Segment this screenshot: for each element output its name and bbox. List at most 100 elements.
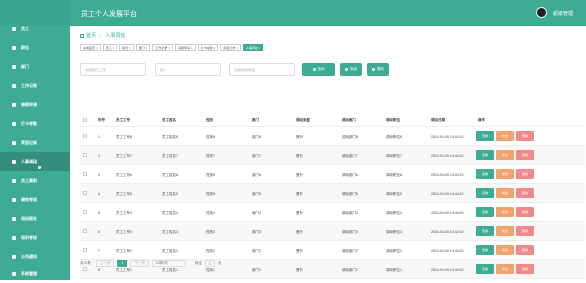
sidebar-item-system[interactable]: 系统管理 <box>0 264 70 283</box>
sidebar-item-label: 人事调动 <box>21 158 37 164</box>
delete-row-button[interactable]: 删除 <box>516 131 534 141</box>
cell-transfer-date: 2024-04-09 14:44:10 <box>431 249 464 253</box>
select-all-checkbox[interactable] <box>83 118 87 122</box>
sidebar-item-resignation[interactable]: 员工离职 <box>0 171 70 190</box>
breadcrumb-home[interactable]: 首页 <box>86 32 96 39</box>
delete-button[interactable]: 删除 <box>367 63 389 76</box>
cell-transfer-department: 调动部门6 <box>342 173 358 177</box>
sidebar-item-leave[interactable]: 请假申请 <box>0 95 70 114</box>
sidebar-item-performance[interactable]: 绩效考核 <box>0 190 70 209</box>
next-page-button[interactable]: 下一页 <box>130 259 149 267</box>
page-size-select[interactable]: 10条/页 <box>151 259 186 267</box>
edit-button[interactable]: 修改 <box>496 245 514 255</box>
cell-employee-no: 员工工号1 <box>116 268 132 272</box>
tab-transfer[interactable]: 人事调动 × <box>242 43 264 51</box>
add-button[interactable]: 添加 <box>340 63 362 76</box>
edit-button[interactable]: 修改 <box>496 188 514 198</box>
row-checkbox[interactable] <box>83 153 87 157</box>
sidebar-item-training-signup[interactable]: 培训报名 <box>0 209 70 228</box>
tab-leave[interactable]: 请假申请 × <box>174 43 196 51</box>
edit-button[interactable]: 修改 <box>496 150 514 160</box>
cell-employee-name: 员工姓名2 <box>162 249 178 253</box>
page-1-button[interactable]: 1 <box>117 259 128 267</box>
sidebar-item-work-record[interactable]: 工作记录 <box>0 76 70 95</box>
sidebar-item-attendance[interactable]: 打卡考勤 <box>0 114 70 133</box>
delete-row-button[interactable]: 删除 <box>516 226 534 236</box>
delete-row-button[interactable]: 删除 <box>516 150 534 160</box>
department-input[interactable]: 部门 <box>155 63 221 76</box>
edit-button[interactable]: 修改 <box>496 226 514 236</box>
row-checkbox[interactable] <box>83 134 87 138</box>
tab-attendance[interactable]: 打卡考勤 × <box>197 43 219 51</box>
tab-department[interactable]: 部门 × <box>135 43 151 51</box>
view-button[interactable]: 查看 <box>476 169 494 179</box>
header-logo-area <box>0 0 70 26</box>
cell-employee-name: 员工姓名5 <box>162 192 178 196</box>
main-content: 首页 / 人事调动 系统首页 × 员工 × 职位 × 部门 × 工作记录 × 请… <box>70 26 586 280</box>
sidebar-item-label: 工作记录 <box>21 82 37 88</box>
view-button[interactable]: 查看 <box>476 150 494 160</box>
row-checkbox[interactable] <box>83 267 87 271</box>
view-button[interactable]: 查看 <box>476 264 494 274</box>
sidebar-item-training-exam[interactable]: 培训考核 <box>0 228 70 247</box>
user-icon <box>12 26 16 31</box>
row-checkbox[interactable] <box>83 191 87 195</box>
edit-button[interactable]: 修改 <box>496 264 514 274</box>
edit-button[interactable]: 修改 <box>496 169 514 179</box>
cell-employee-name: 员工姓名1 <box>162 268 178 272</box>
tab-position[interactable]: 职位 × <box>119 43 134 51</box>
prev-page-button[interactable]: 上一页 <box>95 259 115 267</box>
delete-row-button[interactable]: 删除 <box>516 245 534 255</box>
view-button[interactable]: 查看 <box>476 131 494 141</box>
avatar[interactable] <box>536 7 547 18</box>
tab-rewards[interactable]: 奖惩记录 × <box>220 43 241 51</box>
view-button[interactable]: 查看 <box>476 207 494 217</box>
tab-home[interactable]: 系统首页 × <box>80 43 101 51</box>
briefcase-icon <box>12 45 16 50</box>
cell-employee-name: 员工姓名3 <box>162 230 178 234</box>
cell-transfer-position: 调动职位7 <box>386 154 402 158</box>
view-button[interactable]: 查看 <box>476 245 494 255</box>
table-header: 序号 员工工号 员工姓名 性别 部门 调动类型 调动部门 调动职位 调动日期 操… <box>80 113 585 127</box>
edit-button[interactable]: 修改 <box>496 131 514 141</box>
table-row: 4 员工工号5 员工姓名5 性别5 部门5 晋升 调动部门5 调动职位5 2024-04-09 … <box>80 184 585 203</box>
user-name[interactable]: 超级管理 <box>553 10 573 17</box>
book-icon <box>12 216 16 221</box>
top-header: 员工个人发展平台 超级管理 <box>0 0 586 26</box>
sidebar-item-position[interactable]: 职位 <box>0 38 70 57</box>
sidebar-item-department[interactable]: 部门 <box>0 57 70 76</box>
cell-gender: 性别4 <box>206 211 215 215</box>
row-checkbox[interactable] <box>83 229 87 233</box>
tab-employee[interactable]: 员工 × <box>102 43 118 51</box>
search-button[interactable]: 查询 <box>302 63 335 76</box>
goto-page-input[interactable]: 1 <box>204 259 215 267</box>
col-transfer-position: 调动职位 <box>386 118 400 122</box>
sidebar-item-transfer[interactable]: 人事调动 <box>0 152 70 171</box>
checklist-icon <box>12 235 16 240</box>
delete-row-button[interactable]: 删除 <box>516 264 534 274</box>
edit-button[interactable]: 修改 <box>496 207 514 217</box>
view-button[interactable]: 查看 <box>476 226 494 236</box>
row-checkbox[interactable] <box>83 248 87 252</box>
employee-select[interactable]: 请选择员工工号 <box>80 63 146 76</box>
row-checkbox[interactable] <box>83 210 87 214</box>
cell-transfer-type: 晋升 <box>296 268 303 272</box>
cell-index: 4 <box>98 192 100 196</box>
delete-row-button[interactable]: 删除 <box>516 169 534 179</box>
delete-row-button[interactable]: 删除 <box>516 188 534 198</box>
view-button[interactable]: 查看 <box>476 188 494 198</box>
cell-gender: 性别7 <box>206 154 215 158</box>
cell-gender: 性别3 <box>206 230 215 234</box>
transfer-type-select[interactable]: 请选择调动类型 <box>229 63 295 76</box>
sidebar-item-rewards[interactable]: 奖惩记录 <box>0 133 70 152</box>
table-row: 1 员工工号8 员工姓名8 性别8 部门8 晋升 调动部门8 调动职位8 2024-04-09 … <box>80 127 585 146</box>
cell-index: 5 <box>98 211 100 215</box>
delete-row-button[interactable]: 删除 <box>516 207 534 217</box>
cell-transfer-department: 调动部门8 <box>342 135 358 139</box>
row-checkbox[interactable] <box>83 172 87 176</box>
cell-employee-no: 员工工号7 <box>116 154 132 158</box>
cell-transfer-department: 调动部门5 <box>342 192 358 196</box>
tab-work-record[interactable]: 工作记录 × <box>152 43 173 51</box>
sidebar-item-label: 公司通知 <box>21 253 37 259</box>
breadcrumb-current: 人事调动 <box>105 33 126 39</box>
